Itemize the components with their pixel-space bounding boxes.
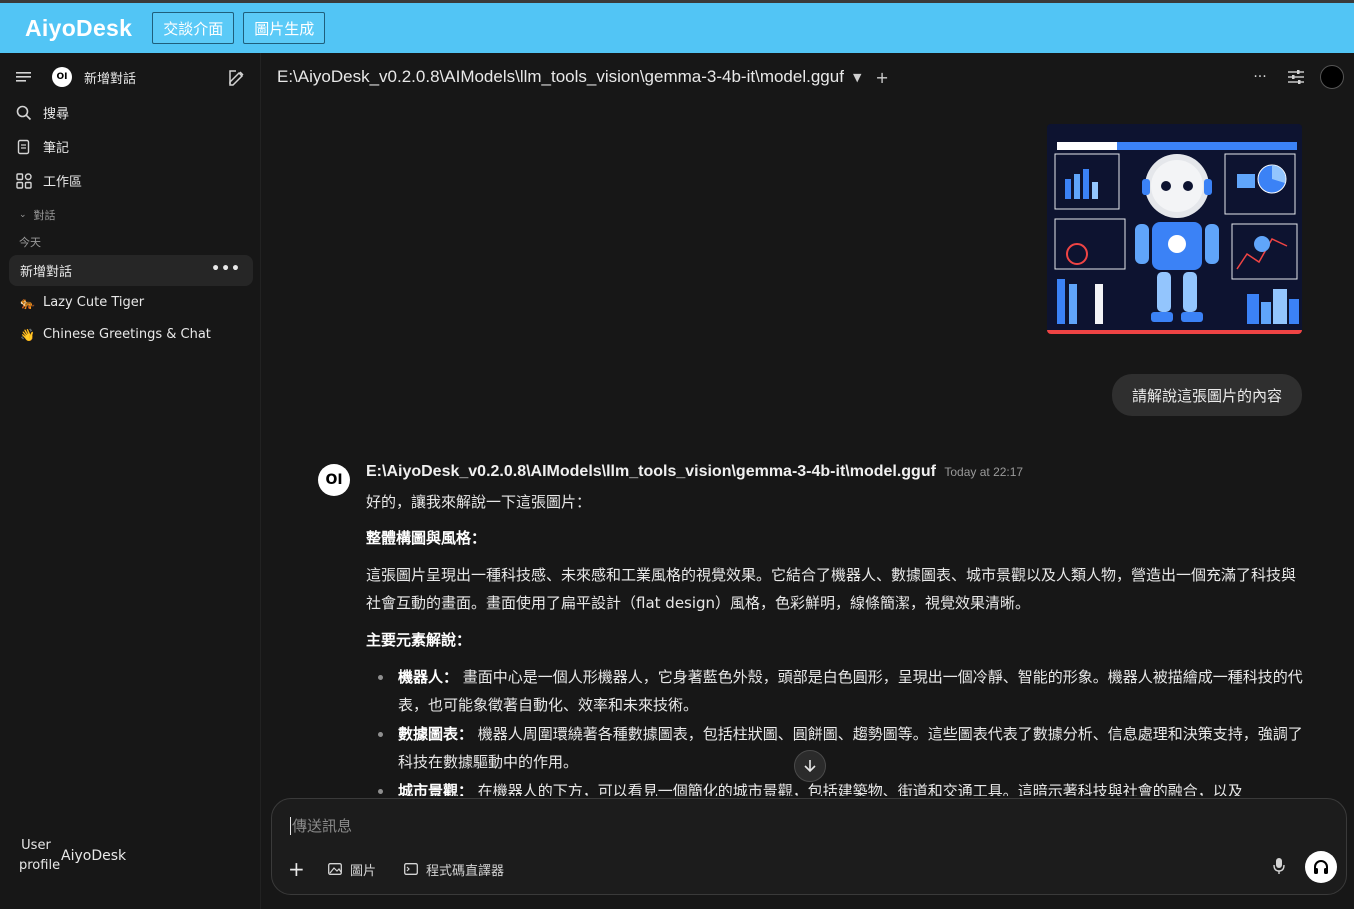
user-avatar: User profile [19,838,61,873]
microphone-icon[interactable] [1273,857,1285,879]
controls-sliders-icon[interactable] [1284,65,1308,89]
new-chat-link[interactable]: 新增對話 [84,68,136,87]
add-attachment-icon[interactable]: + [288,857,310,881]
search-icon [15,104,33,122]
image-icon [328,863,342,875]
assistant-intro: 好的，讓我來解說一下這張圖片： [366,493,592,511]
app-logo-icon: OI [52,67,72,87]
note-icon [15,138,33,156]
sidebar-header: OI 新增對話 [15,67,136,87]
sidebar-item-workspace[interactable]: 工作區 [15,171,82,190]
brand-logo: AiyoDesk [25,14,133,41]
user-message-bubble: 請解說這張圖片的內容 [1111,374,1302,416]
more-options-icon[interactable]: ··· [1248,65,1272,89]
chat-title: Lazy Cute Tiger [42,295,145,310]
message-composer: + 圖片 程式碼直譯器 [271,798,1347,895]
top-bar: AiyoDesk 交談介面 圖片生成 [0,0,1354,53]
add-model-icon[interactable]: + [875,68,888,87]
user-attached-image[interactable] [1047,124,1302,334]
header-actions: ··· [1236,65,1344,89]
chat-title: Chinese Greetings & Chat [42,327,211,342]
assistant-avatar: OI [318,464,350,496]
image-tool-button[interactable]: 圖片 [328,860,376,879]
chat-title: 新增對話 [20,265,73,280]
element-list: 機器人： 畫面中心是一個人形機器人，它身著藍色外殼，頭部是白色圓形，呈現出一個冷… [366,663,1306,796]
user-menu[interactable]: User profile AiyoDesk [19,836,126,876]
assistant-message-body: 好的，讓我來解說一下這張圖片： 整體構圖與風格： 這張圖片呈現出一種科技感、未來… [366,488,1306,796]
message-timestamp: Today at 22:17 [944,465,1024,479]
paragraph: 這張圖片呈現出一種科技感、未來感和工業風格的視覺效果。它結合了機器人、數據圖表、… [366,566,1297,612]
user-message-text: 請解說這張圖片的內容 [1131,386,1282,405]
list-item: 城市景觀： 在機器人的下方，可以看見一個簡化的城市景觀，包括建築物、街道和交通工… [366,777,1306,796]
menu-icon[interactable] [15,68,33,86]
list-item: 數據圖表： 機器人周圍環繞著各種數據圖表，包括柱狀圖、圓餅圖、趨勢圖等。這些圖表… [366,720,1306,776]
chats-section-toggle[interactable]: ⌄ 對話 [19,207,56,223]
chat-list-item[interactable]: 新增對話 ••• [9,255,253,286]
new-chat-pencil-icon[interactable] [227,68,246,91]
assistant-header: E:\AiyoDesk_v0.2.0.8\AIModels\llm_tools_… [366,463,1023,481]
chevron-down-icon[interactable]: ▼ [853,71,861,84]
code-interpreter-button[interactable]: 程式碼直譯器 [404,860,504,879]
section-today-label: 今天 [19,236,41,249]
model-selector[interactable]: E:\AiyoDesk_v0.2.0.8\AIModels\llm_tools_… [277,67,844,87]
voice-mode-button[interactable] [1305,851,1337,883]
list-item: 機器人： 畫面中心是一個人形機器人，它身著藍色外殼，頭部是白色圓形，呈現出一個冷… [366,663,1306,719]
sidebar-item-label: 筆記 [43,141,70,156]
headphones-icon [1314,860,1328,874]
more-options-icon[interactable]: ••• [211,261,241,277]
message-input[interactable] [290,817,1190,835]
sidebar-item-label: 搜尋 [43,107,70,122]
chevron-down-icon: ⌄ [19,210,27,220]
tool-label: 程式碼直譯器 [426,863,505,879]
section-label: 對話 [33,209,56,222]
tab-chat-interface[interactable]: 交談介面 [152,12,235,44]
chat-list-item[interactable]: 🐅 Lazy Cute Tiger [9,287,253,318]
tiger-emoji-icon: 🐅 [20,295,35,310]
chat-list-item[interactable]: 👋 Chinese Greetings & Chat [9,319,253,350]
section-heading: 主要元素解說： [366,631,472,649]
composer-tools: + 圖片 程式碼直譯器 [288,857,532,881]
user-name: AiyoDesk [61,848,127,864]
sidebar-item-label: 工作區 [43,175,83,190]
tab-image-generation[interactable]: 圖片生成 [243,12,326,44]
user-avatar-button[interactable] [1320,65,1344,89]
assistant-name: E:\AiyoDesk_v0.2.0.8\AIModels\llm_tools_… [366,463,936,480]
app-root: AiyoDesk 交談介面 圖片生成 OI 新增對話 搜尋 筆記 工作區 ⌄ 對… [0,0,1354,909]
tool-label: 圖片 [350,863,377,879]
chat-header: E:\AiyoDesk_v0.2.0.8\AIModels\llm_tools_… [262,53,1354,101]
sidebar: OI 新增對話 搜尋 筆記 工作區 ⌄ 對話 今天 新增對話 ••• 🐅 Laz… [0,53,261,909]
sidebar-item-search[interactable]: 搜尋 [15,103,69,122]
wave-emoji-icon: 👋 [20,327,35,342]
terminal-icon [404,863,418,875]
sidebar-item-notes[interactable]: 筆記 [15,137,69,156]
workspace-grid-icon [15,172,33,190]
arrow-down-icon [804,760,816,773]
section-heading: 整體構圖與風格： [366,529,487,547]
scroll-to-bottom-button[interactable] [794,750,826,782]
